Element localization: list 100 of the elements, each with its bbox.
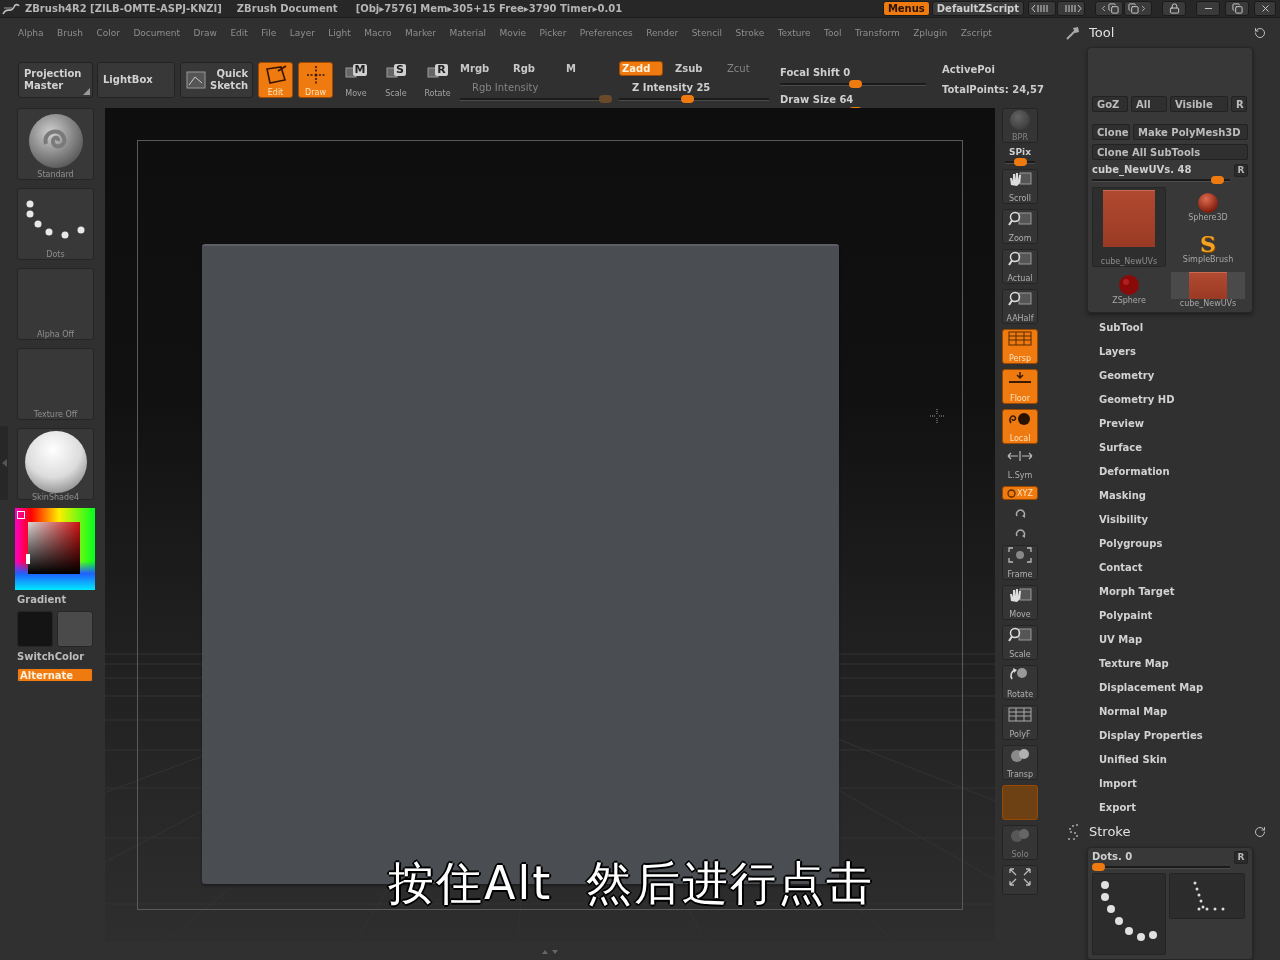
scale-button[interactable]: Scale bbox=[1002, 625, 1038, 660]
actual-size-button[interactable]: Actual bbox=[1002, 249, 1038, 284]
slider-thumb[interactable] bbox=[1092, 863, 1105, 871]
menu-item[interactable]: Material bbox=[449, 28, 487, 38]
color-picker[interactable] bbox=[15, 508, 95, 590]
quick-sketch-button[interactable]: Quick Sketch bbox=[180, 62, 253, 98]
transparency-button[interactable]: Transp bbox=[1002, 745, 1038, 780]
explode-button[interactable] bbox=[1002, 865, 1038, 895]
menu-item[interactable]: Layer bbox=[289, 28, 315, 38]
tool-button[interactable]: R bbox=[1231, 96, 1247, 112]
move-mode-button[interactable]: M Move bbox=[340, 62, 372, 98]
subpalette-item[interactable]: UV Map bbox=[1058, 627, 1280, 651]
menu-item[interactable]: Zplugin bbox=[913, 28, 948, 38]
scroll-button[interactable]: Scroll bbox=[1002, 169, 1038, 204]
menu-item[interactable]: Zscript bbox=[960, 28, 992, 38]
menu-item[interactable]: Macro bbox=[364, 28, 392, 38]
slider-track[interactable] bbox=[1092, 863, 1230, 871]
menu-item[interactable]: Texture bbox=[777, 28, 811, 38]
subpalette-item[interactable]: Morph Target bbox=[1058, 579, 1280, 603]
subpalette-item[interactable]: Deformation bbox=[1058, 459, 1280, 483]
channel-toggle[interactable]: Mrgb bbox=[460, 61, 513, 76]
menu-item[interactable]: Stencil bbox=[691, 28, 723, 38]
channel-toggle[interactable]: M bbox=[566, 61, 619, 76]
tool-thumbnail[interactable]: ZSphere bbox=[1092, 269, 1166, 308]
channel-toggle[interactable]: Rgb bbox=[513, 61, 566, 76]
menu-item[interactable]: Transform bbox=[854, 28, 900, 38]
slider-thumb[interactable] bbox=[1013, 158, 1027, 166]
subpalette-item[interactable]: Import bbox=[1058, 771, 1280, 795]
frame-button[interactable]: Frame bbox=[1002, 545, 1038, 580]
projection-button[interactable]: Projection Master bbox=[18, 62, 93, 98]
slider-thumb[interactable] bbox=[680, 95, 694, 103]
menu-item[interactable]: Movie bbox=[499, 28, 527, 38]
subpalette-item[interactable]: Display Properties bbox=[1058, 723, 1280, 747]
reset-button[interactable] bbox=[1254, 26, 1266, 39]
menu-item[interactable]: File bbox=[261, 28, 277, 38]
tool-thumbnail[interactable]: Sphere3D bbox=[1170, 187, 1246, 226]
material-tile[interactable]: SkinShade4 bbox=[17, 428, 94, 500]
menu-item[interactable]: Light bbox=[328, 28, 351, 38]
reset-button[interactable] bbox=[1254, 825, 1266, 838]
reset-button[interactable]: R bbox=[1234, 163, 1248, 177]
current-tool-thumbnail[interactable]: cube_NewUVs bbox=[1092, 187, 1166, 267]
layout-next-button[interactable] bbox=[1124, 1, 1152, 16]
subpalette-item[interactable]: Export bbox=[1058, 795, 1280, 819]
stroke-thumbnail[interactable] bbox=[1092, 873, 1166, 955]
close-button[interactable] bbox=[1254, 1, 1276, 16]
switch-color-label[interactable]: SwitchColor bbox=[17, 651, 85, 662]
stroke-tile[interactable]: Dots bbox=[17, 188, 94, 260]
tool-button[interactable]: All bbox=[1131, 96, 1167, 112]
subpalette-item[interactable]: Preview bbox=[1058, 411, 1280, 435]
color-swatch[interactable] bbox=[57, 611, 93, 647]
menu-item[interactable]: Stroke bbox=[735, 28, 765, 38]
subpalette-item[interactable]: Polygroups bbox=[1058, 531, 1280, 555]
restore-button[interactable] bbox=[1225, 1, 1249, 16]
subpalette-item[interactable]: Normal Map bbox=[1058, 699, 1280, 723]
menu-item[interactable]: Color bbox=[96, 28, 120, 38]
menus-button[interactable]: Menus bbox=[882, 1, 930, 16]
reset-button[interactable]: R bbox=[1234, 850, 1248, 864]
lock-button[interactable] bbox=[1162, 1, 1186, 16]
tool-button[interactable]: Visible bbox=[1170, 96, 1228, 112]
rotate-button[interactable]: Rotate bbox=[1002, 665, 1038, 700]
subpalette-item[interactable]: Layers bbox=[1058, 339, 1280, 363]
lightbox-button[interactable]: LightBox bbox=[97, 62, 175, 98]
subpalette-item[interactable]: Surface bbox=[1058, 435, 1280, 459]
tool-button[interactable]: GoZ bbox=[1092, 96, 1128, 112]
rotate-mode-button[interactable]: R Rotate bbox=[420, 62, 455, 98]
scale-mode-button[interactable]: S Scale bbox=[380, 62, 412, 98]
menu-item[interactable]: Tool bbox=[824, 28, 842, 38]
menu-item[interactable]: Preferences bbox=[579, 28, 633, 38]
brush-tile[interactable]: Standard bbox=[17, 108, 94, 180]
shade-square[interactable] bbox=[28, 522, 80, 574]
subpalette-item[interactable]: Polypaint bbox=[1058, 603, 1280, 627]
empty-tile[interactable]: Alpha Off bbox=[17, 268, 94, 340]
tool-button[interactable]: Clone bbox=[1092, 124, 1130, 140]
script-button[interactable]: DefaultZScript bbox=[931, 1, 1024, 16]
slider-track[interactable] bbox=[460, 95, 612, 103]
layout-prev-button[interactable] bbox=[1095, 1, 1123, 16]
subpalette-item[interactable]: Geometry HD bbox=[1058, 387, 1280, 411]
subpalette-item[interactable]: Visibility bbox=[1058, 507, 1280, 531]
move-button[interactable]: Move bbox=[1002, 585, 1038, 620]
tool-button[interactable]: Clone All SubTools bbox=[1092, 144, 1248, 160]
slider-thumb[interactable] bbox=[1210, 176, 1224, 184]
menu-item[interactable]: Edit bbox=[230, 28, 248, 38]
scroll-left-button[interactable] bbox=[1028, 1, 1056, 16]
scroll-right-button[interactable] bbox=[1057, 1, 1085, 16]
half-size-button[interactable]: AAHalf bbox=[1002, 289, 1038, 324]
polyframe-button[interactable]: PolyF bbox=[1002, 705, 1038, 740]
stroke-thumbnail[interactable] bbox=[1169, 873, 1245, 919]
menu-item[interactable]: Marker bbox=[404, 28, 437, 38]
empty-tile[interactable]: Texture Off bbox=[17, 348, 94, 420]
menu-item[interactable]: Alpha bbox=[18, 28, 44, 38]
symmetry-button[interactable]: L.Sym bbox=[1002, 449, 1038, 481]
menu-item[interactable]: Document bbox=[133, 28, 181, 38]
depth-toggle[interactable]: Zsub bbox=[673, 61, 715, 76]
subpalette-item[interactable]: Texture Map bbox=[1058, 651, 1280, 675]
subpalette-item[interactable]: Contact bbox=[1058, 555, 1280, 579]
subpalette-item[interactable]: Unified Skin bbox=[1058, 747, 1280, 771]
menu-item[interactable]: Brush bbox=[57, 28, 83, 38]
subpalette-item[interactable]: SubTool bbox=[1058, 315, 1280, 339]
subpalette-item[interactable]: Displacement Map bbox=[1058, 675, 1280, 699]
tool-button[interactable]: Make PolyMesh3D bbox=[1133, 124, 1248, 140]
